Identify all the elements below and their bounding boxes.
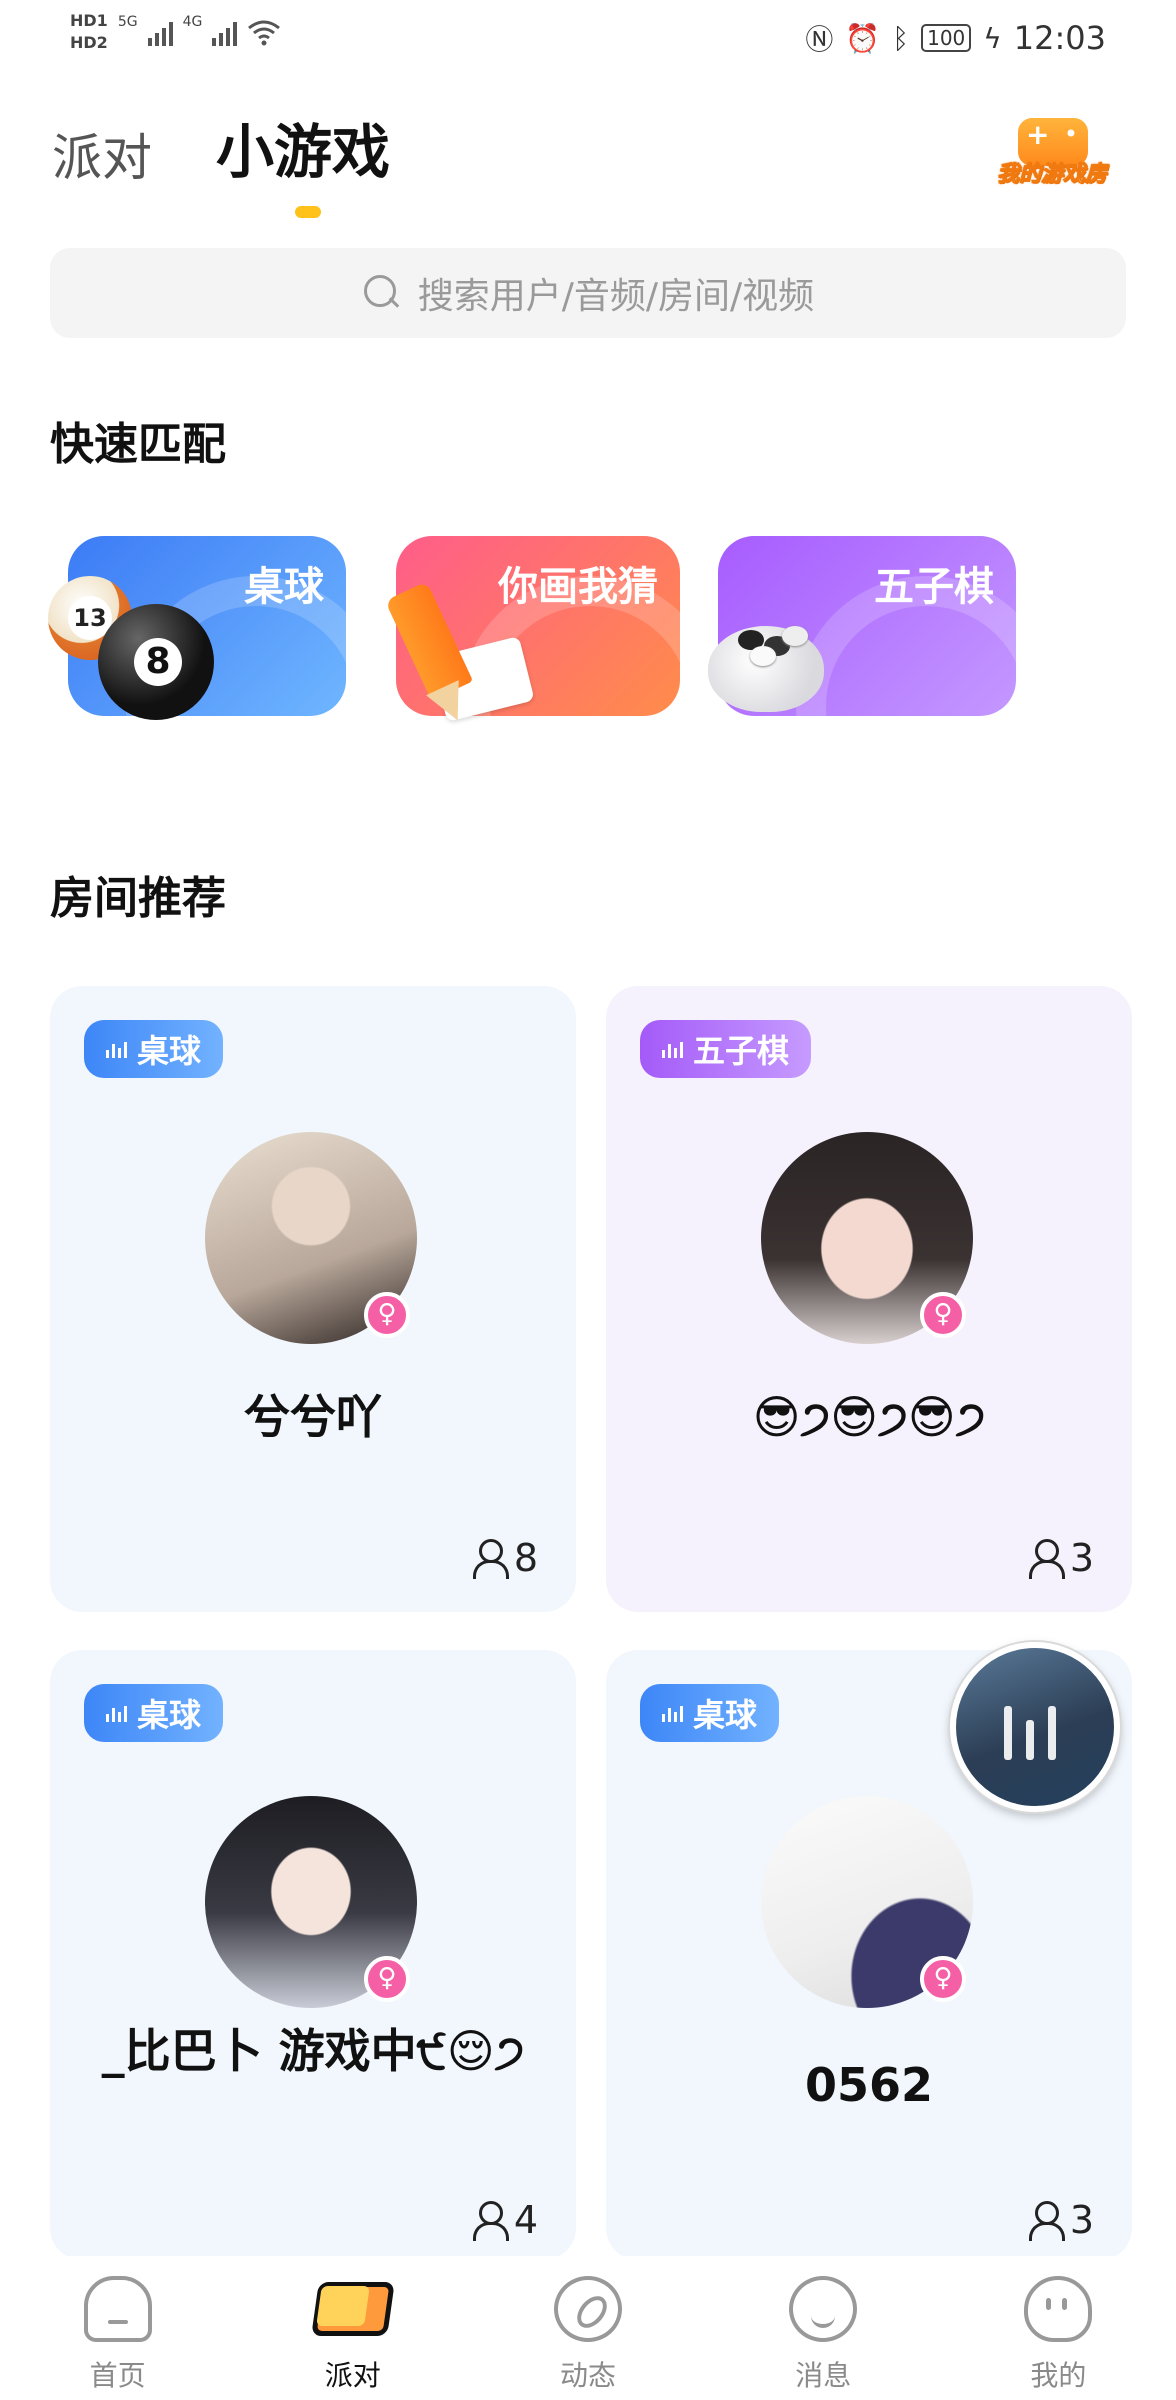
female-icon: ♀ bbox=[364, 1956, 410, 2002]
wifi-icon bbox=[248, 20, 281, 46]
nav-messages[interactable]: 消息 bbox=[706, 2256, 941, 2400]
hd1-label: HD1 bbox=[70, 11, 108, 30]
room-card[interactable]: 桌球 ♀ 兮兮吖 8 bbox=[50, 986, 576, 1612]
tab-party[interactable]: 派对 bbox=[52, 128, 152, 188]
hd-indicator: HD1 HD2 bbox=[70, 10, 108, 54]
quick-match-label: 你画我猜 bbox=[498, 564, 658, 610]
room-name: 😎੭😎੭😎੭ bbox=[752, 1390, 986, 1444]
audio-bars-icon bbox=[662, 1040, 683, 1058]
member-count-value: 3 bbox=[1069, 2198, 1094, 2242]
audio-bars-icon bbox=[106, 1704, 127, 1722]
room-tag: 五子棋 bbox=[640, 1020, 812, 1078]
my-game-room-label: 我的游戏房 bbox=[996, 162, 1107, 188]
quick-match-billiards[interactable]: 13 8 桌球 bbox=[48, 536, 346, 720]
room-name: _比巴卜 游戏中੯😌੭ bbox=[101, 2024, 525, 2078]
tab-mini-games[interactable]: 小游戏 bbox=[216, 118, 390, 188]
search-bar[interactable]: 搜索用户/音频/房间/视频 bbox=[50, 248, 1126, 338]
quick-match-title: 快速匹配 bbox=[50, 419, 226, 470]
quick-match-gomoku[interactable]: 五子棋 bbox=[700, 536, 1016, 716]
audio-bars-icon bbox=[106, 1040, 127, 1058]
quick-match-draw-guess[interactable]: 你画我猜 bbox=[378, 536, 680, 728]
bluetooth-icon: ᛒ bbox=[892, 21, 910, 55]
female-icon: ♀ bbox=[364, 1292, 410, 1338]
pencil-icon bbox=[384, 576, 474, 728]
audio-bars-icon bbox=[662, 1704, 683, 1722]
quick-match-label: 五子棋 bbox=[874, 564, 994, 610]
clock: 12:03 bbox=[1013, 19, 1106, 57]
compass-icon bbox=[554, 2276, 622, 2342]
member-count-value: 8 bbox=[513, 1536, 538, 1580]
quick-match-label: 桌球 bbox=[244, 564, 324, 610]
signal-icon-2 bbox=[212, 18, 238, 46]
member-count: 4 bbox=[472, 2198, 538, 2242]
room-tag: 桌球 bbox=[84, 1020, 224, 1078]
search-placeholder: 搜索用户/音频/房间/视频 bbox=[417, 276, 815, 317]
signal-icon bbox=[147, 18, 173, 46]
person-icon bbox=[1028, 1539, 1065, 1579]
nav-home-label: 首页 bbox=[89, 2359, 146, 2392]
status-right: Ⓝ ⏰ ᛒ 100 ϟ 12:03 bbox=[805, 18, 1106, 58]
status-bar: HD1 HD2 5G 4G Ⓝ ⏰ ᛒ 100 ϟ 12:03 bbox=[0, 0, 1176, 72]
active-tab-indicator bbox=[295, 206, 321, 218]
nav-party-label: 派对 bbox=[324, 2359, 381, 2392]
room-tag-label: 桌球 bbox=[693, 1696, 758, 1734]
member-count-value: 3 bbox=[1069, 1536, 1094, 1580]
room-card[interactable]: 五子棋 ♀ 😎੭😎੭😎੭ 3 bbox=[606, 986, 1132, 1612]
net1-label: 5G bbox=[117, 14, 138, 30]
nav-feed-label: 动态 bbox=[560, 2359, 617, 2392]
profile-icon bbox=[1024, 2276, 1093, 2342]
member-count: 3 bbox=[1028, 2198, 1094, 2242]
nav-party[interactable]: 派对 bbox=[235, 2256, 470, 2400]
status-left: HD1 HD2 5G 4G bbox=[70, 10, 281, 54]
bottom-nav: 首页 派对 动态 消息 我的 bbox=[0, 2256, 1176, 2400]
alarm-icon: ⏰ bbox=[845, 21, 881, 55]
billiard-ball-8-icon: 8 bbox=[98, 604, 214, 720]
member-count: 8 bbox=[472, 1536, 538, 1580]
net2-label: 4G bbox=[182, 14, 203, 30]
female-icon: ♀ bbox=[920, 1292, 966, 1338]
member-count: 3 bbox=[1028, 1536, 1094, 1580]
room-tag-label: 桌球 bbox=[137, 1032, 202, 1070]
room-card[interactable]: 桌球 ♀ _比巴卜 游戏中੯😌੭ 4 bbox=[50, 1650, 576, 2260]
room-name: 兮兮吖 bbox=[244, 1390, 382, 1444]
floating-room-player[interactable] bbox=[950, 1642, 1120, 1812]
search-icon bbox=[362, 273, 402, 313]
person-icon bbox=[472, 2201, 509, 2241]
nav-feed[interactable]: 动态 bbox=[470, 2256, 705, 2400]
nav-home[interactable]: 首页 bbox=[0, 2256, 235, 2400]
message-icon bbox=[789, 2276, 858, 2342]
party-icon bbox=[311, 2282, 395, 2336]
female-icon: ♀ bbox=[920, 1956, 966, 2002]
room-tag-label: 五子棋 bbox=[693, 1032, 790, 1070]
room-tag: 桌球 bbox=[84, 1684, 224, 1742]
gomoku-bowl-icon bbox=[708, 606, 834, 716]
nfc-icon: Ⓝ bbox=[805, 23, 834, 56]
top-tabs: 派对 小游戏 bbox=[52, 118, 390, 188]
charging-icon: ϟ bbox=[983, 21, 1002, 55]
member-count-value: 4 bbox=[513, 2198, 538, 2242]
audio-playing-icon bbox=[1004, 1706, 1056, 1760]
home-icon bbox=[83, 2276, 152, 2342]
nav-me-label: 我的 bbox=[1030, 2359, 1087, 2392]
room-tag: 桌球 bbox=[640, 1684, 780, 1742]
nav-me[interactable]: 我的 bbox=[941, 2256, 1176, 2400]
room-name: 0562 bbox=[804, 2058, 934, 2112]
room-tag-label: 桌球 bbox=[137, 1696, 202, 1734]
my-game-room-button[interactable]: 我的游戏房 bbox=[990, 118, 1114, 194]
battery-icon: 100 bbox=[921, 24, 972, 52]
hd2-label: HD2 bbox=[70, 33, 108, 52]
person-icon bbox=[472, 1539, 509, 1579]
room-recommend-title: 房间推荐 bbox=[50, 873, 226, 924]
nav-messages-label: 消息 bbox=[795, 2359, 852, 2392]
person-icon bbox=[1028, 2201, 1065, 2241]
